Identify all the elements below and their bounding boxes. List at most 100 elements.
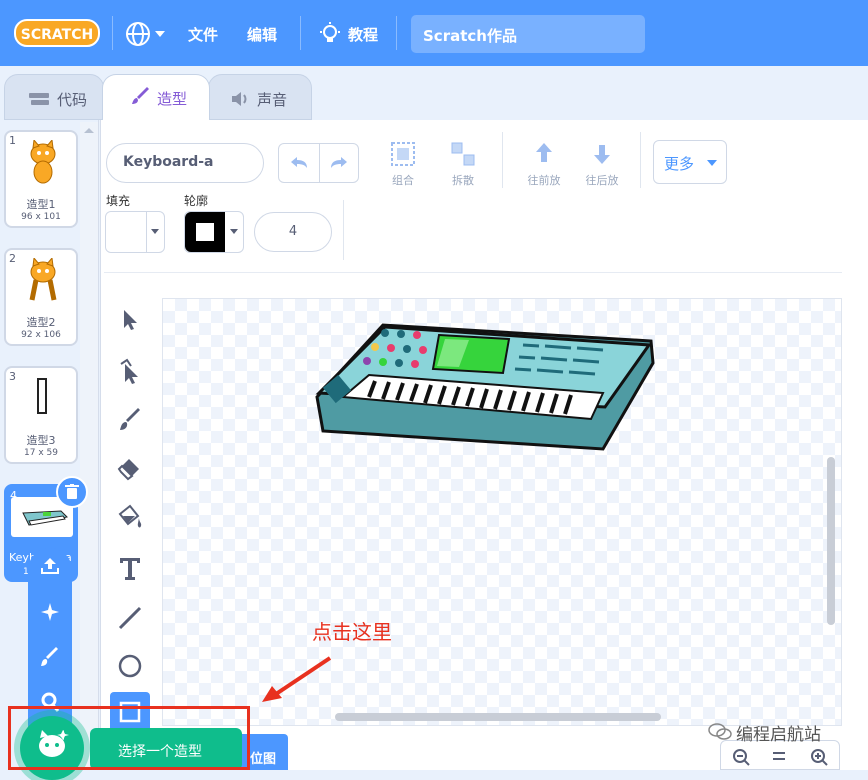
undo-button[interactable] — [279, 144, 320, 182]
code-blocks-icon — [29, 93, 49, 105]
menu-file[interactable]: 文件 — [188, 24, 218, 45]
menu-divider — [112, 16, 113, 50]
annotation-callout: 点击这里 — [312, 620, 392, 644]
trash-icon — [65, 484, 79, 499]
language-menu[interactable] — [124, 20, 168, 48]
backward-button[interactable]: 往后放 — [580, 140, 624, 188]
circle-tool[interactable] — [110, 646, 150, 686]
more-label: 更多 — [664, 155, 695, 173]
more-menu-button[interactable]: 更多 — [653, 140, 727, 184]
group-button[interactable]: 组合 — [386, 140, 420, 188]
canvas-horizontal-scrollbar[interactable] — [335, 713, 661, 721]
line-tool[interactable] — [110, 598, 150, 638]
svg-text:SCRATCH: SCRATCH — [21, 27, 93, 43]
wechat-icon — [708, 723, 732, 740]
costume-item[interactable]: 2 造型2 92 x 106 — [4, 248, 78, 346]
tab-code[interactable]: 代码 — [4, 74, 104, 120]
watermark-text: 编程启航站 — [736, 725, 821, 745]
group-icon — [391, 142, 415, 166]
zoom-reset-icon[interactable] — [771, 749, 787, 763]
outline-color-swatch — [185, 212, 225, 252]
undo-icon — [291, 157, 307, 168]
tab-code-label: 代码 — [57, 91, 88, 109]
redo-icon — [331, 157, 347, 168]
zoom-out-icon[interactable] — [731, 747, 751, 767]
tab-costumes[interactable]: 造型 — [102, 74, 210, 120]
chevron-down-icon — [230, 229, 238, 234]
convert-to-bitmap-label: 位图 — [250, 752, 277, 767]
surprise-costume-button[interactable] — [38, 600, 62, 624]
text-icon — [120, 558, 140, 580]
ungroup-label: 拆散 — [452, 174, 474, 187]
annotation-highlight-box — [8, 706, 250, 770]
costume-number: 2 — [9, 252, 16, 265]
choose-costume-menu — [28, 548, 72, 728]
ungroup-icon — [451, 142, 475, 166]
keyboard-costume-drawing — [315, 323, 655, 451]
lightbulb-icon — [320, 22, 340, 42]
upload-icon — [41, 558, 59, 574]
ungroup-button[interactable]: 拆散 — [446, 140, 480, 188]
upload-costume-button[interactable] — [38, 554, 62, 578]
arrow-down-icon — [594, 145, 610, 164]
undo-redo-group — [278, 143, 359, 183]
fill-color-picker[interactable] — [105, 211, 165, 253]
delete-costume-button[interactable] — [56, 476, 88, 508]
backward-label: 往后放 — [585, 174, 619, 187]
toolbar-divider — [502, 132, 503, 188]
costume-size: 92 x 106 — [21, 330, 61, 340]
costume-name: 造型3 — [26, 434, 56, 447]
cat-costume-thumbnail — [30, 140, 56, 184]
tab-costumes-label: 造型 — [157, 90, 188, 108]
tutorials-label: 教程 — [348, 26, 379, 44]
costume-item[interactable]: 3 造型3 17 x 59 — [4, 366, 78, 464]
chevron-down-icon — [707, 160, 717, 166]
scratch-logo[interactable]: SCRATCH — [14, 18, 100, 48]
canvas-vertical-scrollbar[interactable] — [827, 457, 835, 625]
brush-tool[interactable] — [110, 400, 150, 440]
scroll-up-icon — [84, 128, 94, 133]
project-title-input[interactable]: Scratch作品 — [411, 15, 645, 53]
outline-label: 轮廓 — [184, 194, 209, 208]
forward-label: 往前放 — [527, 174, 561, 187]
outline-width-input[interactable]: 4 — [254, 212, 332, 252]
arrow-up-icon — [536, 143, 552, 162]
costume-name: 造型2 — [26, 316, 56, 329]
costume-list-scrollbar[interactable] — [80, 122, 98, 770]
costume-size: 17 x 59 — [24, 448, 58, 458]
text-tool[interactable] — [110, 548, 150, 588]
paint-bucket-icon — [118, 504, 142, 528]
line-icon — [118, 606, 142, 630]
reshape-tool[interactable] — [110, 352, 150, 392]
outline-color-picker[interactable] — [184, 211, 244, 253]
fill-label: 填充 — [106, 194, 131, 208]
forward-button[interactable]: 往前放 — [522, 140, 566, 188]
costume-size: 96 x 101 — [21, 212, 61, 222]
costume-name-input[interactable]: Keyboard-a — [106, 143, 264, 183]
menu-edit[interactable]: 编辑 — [247, 24, 277, 45]
paint-costume-button[interactable] — [38, 646, 62, 670]
toolbar-separator — [104, 272, 842, 273]
fill-tool[interactable] — [110, 496, 150, 536]
paintbrush-icon — [41, 647, 58, 666]
zoom-in-icon[interactable] — [809, 747, 829, 767]
menu-divider — [300, 16, 301, 50]
tab-sounds[interactable]: 声音 — [208, 74, 312, 120]
eraser-tool[interactable] — [110, 448, 150, 488]
redo-button[interactable] — [319, 144, 359, 182]
cat-costume-thumbnail — [29, 258, 57, 301]
arrow-cursor-icon — [124, 310, 137, 330]
select-tool[interactable] — [110, 300, 150, 340]
costume-item[interactable]: 1 造型1 96 x 101 — [4, 130, 78, 228]
menu-bar: SCRATCH 文件 编辑 教程 Scratch作品 — [0, 0, 868, 66]
speaker-icon — [232, 92, 247, 106]
costume-name: 造型1 — [26, 198, 56, 211]
toolbar-divider — [343, 200, 344, 260]
costume-number: 3 — [9, 370, 16, 383]
globe-icon — [126, 22, 165, 46]
costume-number: 1 — [9, 134, 16, 147]
sparkle-icon — [41, 603, 59, 621]
chevron-down-icon — [151, 229, 159, 234]
paintbrush-icon — [132, 87, 149, 104]
tab-sounds-label: 声音 — [257, 91, 288, 109]
